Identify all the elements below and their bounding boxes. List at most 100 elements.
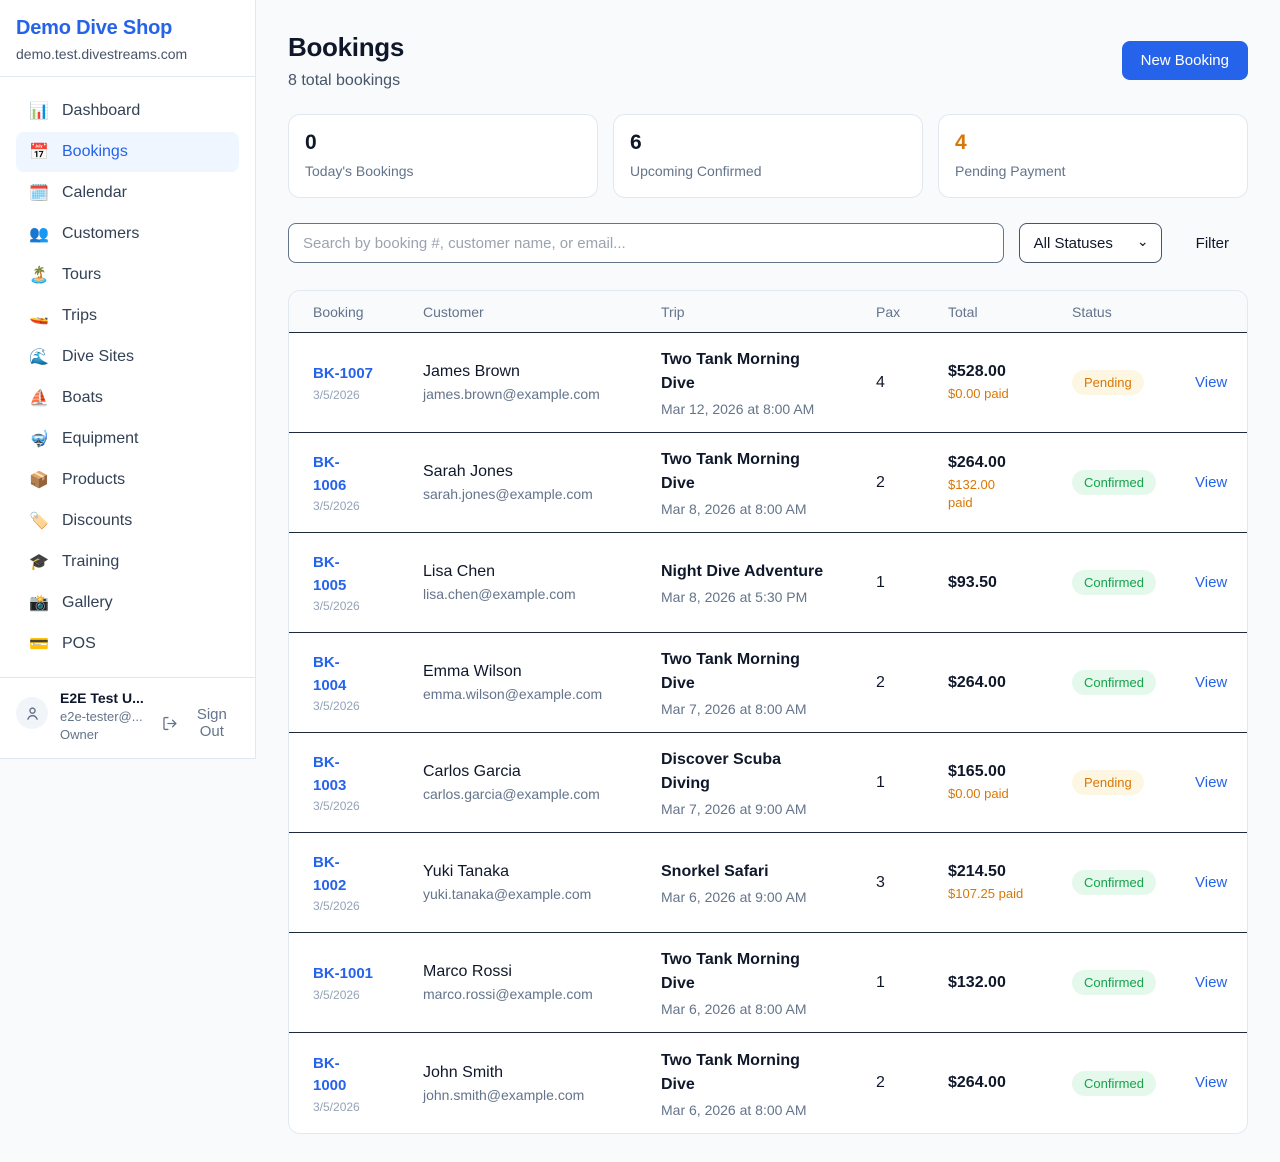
sidebar-item-pos[interactable]: 💳 POS	[16, 624, 239, 664]
table-row: BK- 1006 3/5/2026 Sarah Jones sarah.jone…	[289, 433, 1247, 533]
table-header-row: Booking Customer Trip Pax Total Status	[289, 291, 1247, 333]
nav-item-icon: 🏝️	[28, 265, 50, 285]
booking-id-link[interactable]: BK-1001	[313, 963, 373, 986]
customer-cell: John Smith john.smith@example.com	[423, 1064, 661, 1103]
sidebar-item-tours[interactable]: 🏝️ Tours	[16, 255, 239, 295]
nav-item-label: Boats	[62, 389, 103, 407]
nav-item-label: Discounts	[62, 512, 132, 530]
view-link[interactable]: View	[1195, 874, 1227, 891]
trip-cell: Two Tank Morning Dive Mar 7, 2026 at 8:0…	[661, 648, 876, 717]
sidebar-item-training[interactable]: 🎓 Training	[16, 542, 239, 582]
booking-id-link[interactable]: BK-1007	[313, 363, 373, 386]
status-filter-select[interactable]: All Statuses ⌄	[1019, 223, 1162, 263]
sidebar-item-calendar[interactable]: 🗓️ Calendar	[16, 173, 239, 213]
table-row: BK-1001 3/5/2026 Marco Rossi marco.rossi…	[289, 933, 1247, 1033]
customer-name: Sarah Jones	[423, 463, 661, 481]
nav-item-label: Gallery	[62, 594, 113, 612]
person-icon	[24, 705, 41, 722]
customer-cell: Sarah Jones sarah.jones@example.com	[423, 463, 661, 502]
booking-id-link[interactable]: BK- 1000	[313, 1053, 346, 1098]
status-cell: Confirmed	[1072, 870, 1195, 895]
booking-id-link[interactable]: BK- 1002	[313, 852, 346, 897]
page-title: Bookings	[288, 32, 404, 63]
sidebar-item-discounts[interactable]: 🏷️ Discounts	[16, 501, 239, 541]
customer-name: Emma Wilson	[423, 663, 661, 681]
total-amount: $264.00	[948, 1074, 1072, 1092]
pax-cell: 4	[876, 374, 948, 392]
sidebar-item-customers[interactable]: 👥 Customers	[16, 214, 239, 254]
view-link[interactable]: View	[1195, 1074, 1227, 1091]
nav-item-icon: 🏷️	[28, 511, 50, 531]
total-cell: $132.00	[948, 974, 1072, 992]
trip-name: Two Tank Morning Dive	[661, 448, 876, 496]
sidebar: Demo Dive Shop demo.test.divestreams.com…	[0, 0, 256, 759]
actions-cell: View	[1195, 874, 1227, 892]
customer-name: John Smith	[423, 1064, 661, 1082]
nav-item-icon: 📸	[28, 593, 50, 613]
view-link[interactable]: View	[1195, 974, 1227, 991]
sidebar-item-gallery[interactable]: 📸 Gallery	[16, 583, 239, 623]
view-link[interactable]: View	[1195, 774, 1227, 791]
total-cell: $264.00 $132.00 paid	[948, 454, 1072, 511]
filter-button[interactable]: Filter	[1177, 235, 1248, 252]
actions-cell: View	[1195, 474, 1227, 492]
nav-item-icon: 🚤	[28, 306, 50, 326]
sign-out-button[interactable]: Sign Out	[162, 706, 239, 740]
trip-time: Mar 7, 2026 at 8:00 AM	[661, 701, 876, 717]
actions-cell: View	[1195, 774, 1227, 792]
sidebar-item-trips[interactable]: 🚤 Trips	[16, 296, 239, 336]
view-link[interactable]: View	[1195, 474, 1227, 491]
sidebar-item-products[interactable]: 📦 Products	[16, 460, 239, 500]
trip-time: Mar 6, 2026 at 9:00 AM	[661, 889, 876, 905]
customer-name: Yuki Tanaka	[423, 863, 661, 881]
sidebar-item-boats[interactable]: ⛵ Boats	[16, 378, 239, 418]
booking-id-link[interactable]: BK- 1005	[313, 552, 346, 597]
status-badge: Confirmed	[1072, 670, 1156, 695]
trip-cell: Two Tank Morning Dive Mar 6, 2026 at 8:0…	[661, 948, 876, 1017]
view-link[interactable]: View	[1195, 374, 1227, 391]
search-input[interactable]	[288, 223, 1004, 263]
view-link[interactable]: View	[1195, 574, 1227, 591]
booking-id-link[interactable]: BK- 1004	[313, 652, 346, 697]
sidebar-item-dive-sites[interactable]: 🌊 Dive Sites	[16, 337, 239, 377]
actions-cell: View	[1195, 974, 1227, 992]
status-cell: Confirmed	[1072, 670, 1195, 695]
booking-id-link[interactable]: BK- 1003	[313, 752, 346, 797]
sidebar-item-dashboard[interactable]: 📊 Dashboard	[16, 91, 239, 131]
trip-name: Two Tank Morning Dive	[661, 348, 876, 396]
sidebar-item-equipment[interactable]: 🤿 Equipment	[16, 419, 239, 459]
new-booking-button[interactable]: New Booking	[1122, 41, 1248, 80]
bookings-table: Booking Customer Trip Pax Total Status B…	[288, 290, 1248, 1134]
table-row: BK- 1000 3/5/2026 John Smith john.smith@…	[289, 1033, 1247, 1133]
user-section: E2E Test U... e2e-tester@... Owner Sign …	[0, 677, 255, 758]
stat-label: Upcoming Confirmed	[630, 163, 906, 179]
stat-label: Pending Payment	[955, 163, 1231, 179]
status-badge: Confirmed	[1072, 870, 1156, 895]
brand-name[interactable]: Demo Dive Shop	[16, 17, 239, 40]
sidebar-item-bookings[interactable]: 📅 Bookings	[16, 132, 239, 172]
trip-time: Mar 12, 2026 at 8:00 AM	[661, 401, 876, 417]
nav-item-icon: 📦	[28, 470, 50, 490]
trip-time: Mar 8, 2026 at 5:30 PM	[661, 589, 876, 605]
column-header-status: Status	[1072, 304, 1195, 320]
trip-name: Two Tank Morning Dive	[661, 1049, 876, 1097]
status-cell: Pending	[1072, 770, 1195, 795]
nav-item-label: Dive Sites	[62, 348, 134, 366]
pax-cell: 2	[876, 674, 948, 692]
total-cell: $528.00 $0.00 paid	[948, 363, 1072, 403]
total-cell: $264.00	[948, 1074, 1072, 1092]
chevron-down-icon: ⌄	[1137, 234, 1149, 248]
customer-cell: Emma Wilson emma.wilson@example.com	[423, 663, 661, 702]
total-paid: $132.00 paid	[948, 476, 1072, 511]
booking-date: 3/5/2026	[313, 599, 423, 613]
customer-email: carlos.garcia@example.com	[423, 786, 661, 802]
nav-item-label: Training	[62, 553, 119, 571]
customer-name: Carlos Garcia	[423, 763, 661, 781]
nav-item-label: Customers	[62, 225, 139, 243]
booking-id-link[interactable]: BK- 1006	[313, 452, 346, 497]
view-link[interactable]: View	[1195, 674, 1227, 691]
stats-row: 0 Today's Bookings 6 Upcoming Confirmed …	[288, 114, 1248, 198]
booking-date: 3/5/2026	[313, 799, 423, 813]
table-row: BK-1007 3/5/2026 James Brown james.brown…	[289, 333, 1247, 433]
total-amount: $165.00	[948, 763, 1072, 781]
